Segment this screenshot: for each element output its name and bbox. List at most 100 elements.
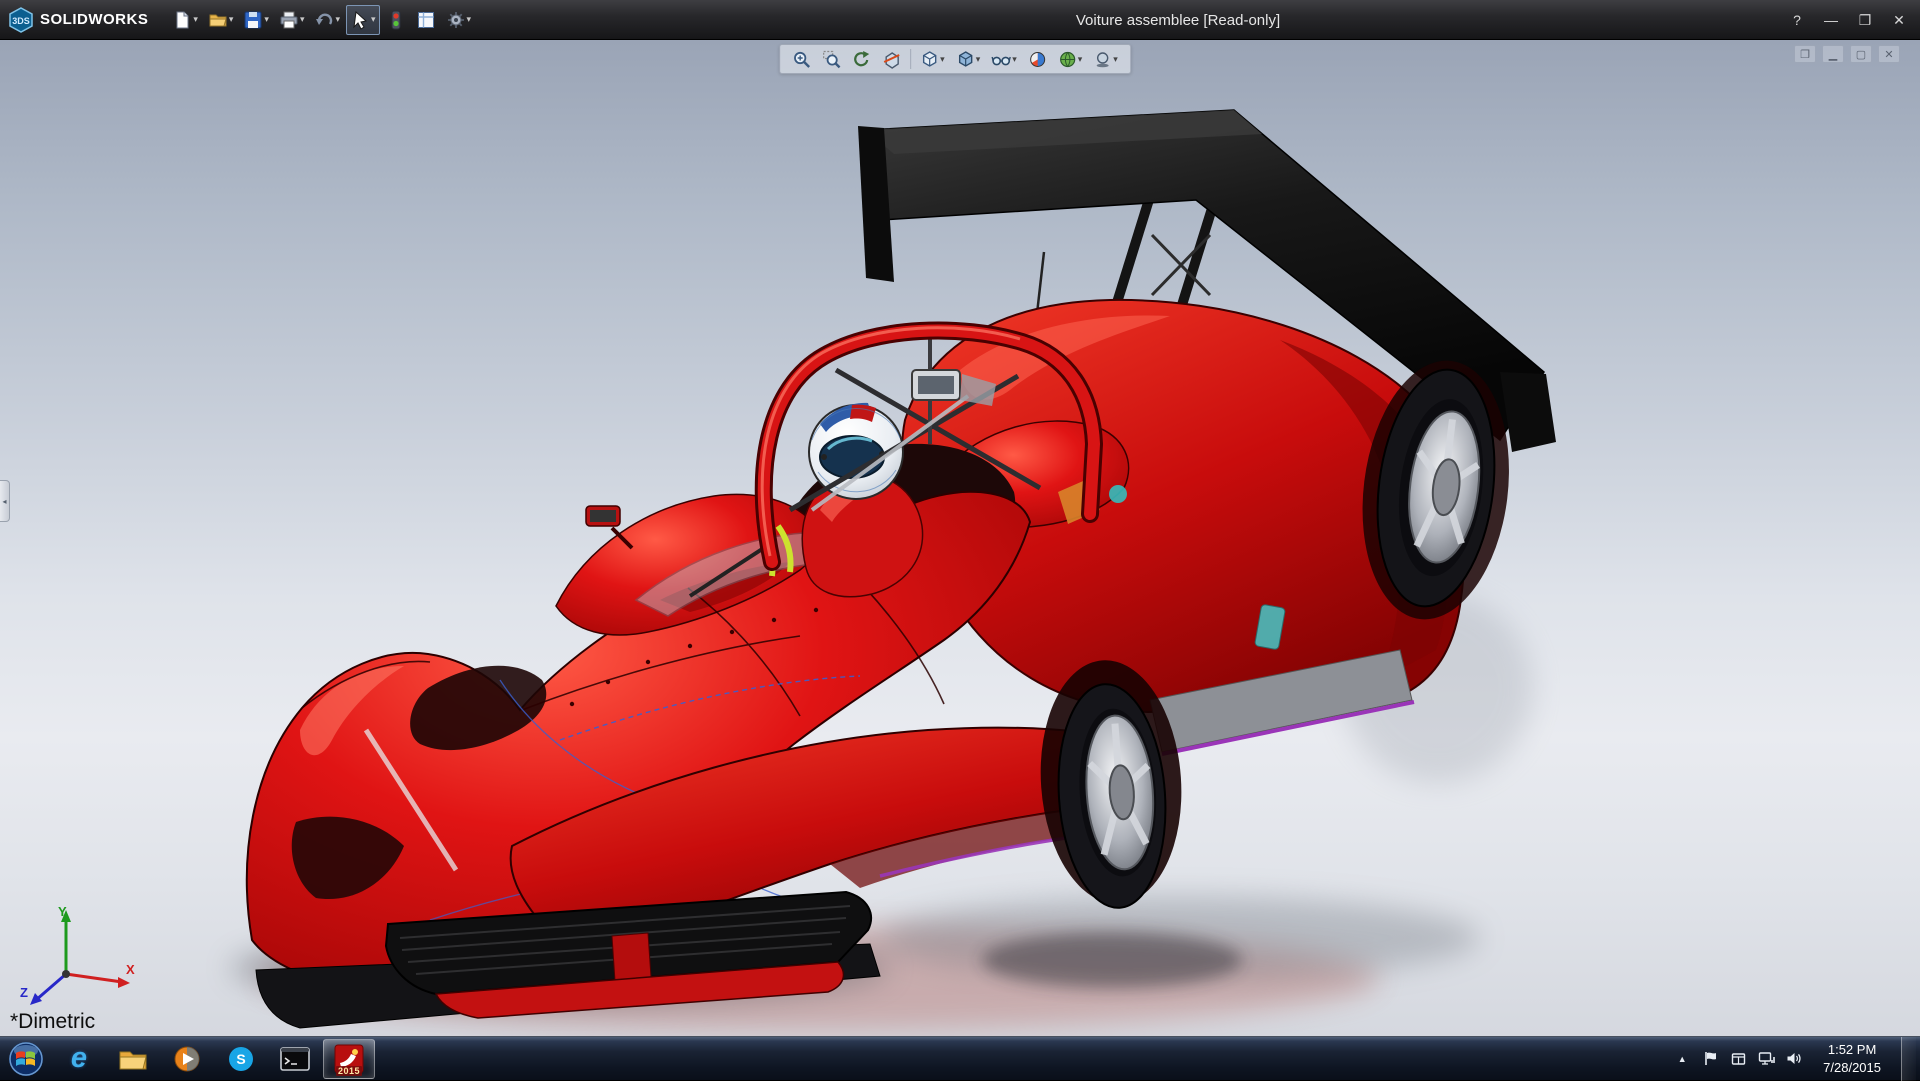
undo-button[interactable]: ▾ (310, 5, 344, 35)
show-desktop-button[interactable] (1901, 1037, 1916, 1081)
reference-triad: Y X Z (18, 902, 138, 1012)
scene-globe-icon (1058, 50, 1077, 69)
dropdown-caret[interactable]: ▾ (335, 15, 340, 24)
previous-view-button[interactable] (848, 46, 875, 72)
dropdown-caret[interactable]: ▾ (193, 15, 198, 24)
section-view-button[interactable] (878, 46, 905, 72)
network-tray-button[interactable] (1757, 1050, 1775, 1068)
apply-scene-button[interactable]: ▾ (1054, 46, 1087, 72)
dropdown-caret[interactable]: ▾ (229, 15, 234, 24)
dropdown-caret[interactable]: ▾ (467, 15, 472, 24)
clock-time: 1:52 PM (1823, 1041, 1881, 1059)
options-button[interactable]: ▾ (442, 5, 476, 35)
teal-detail (1109, 485, 1127, 503)
open-button[interactable]: ▾ (204, 5, 238, 35)
graphics-viewport[interactable]: ▾ ▾ ▾ ▾ (0, 40, 1920, 1036)
zoom-to-fit-button[interactable] (788, 46, 815, 72)
command-prompt-button[interactable] (269, 1039, 321, 1079)
new-document-button[interactable]: ▾ (168, 5, 202, 35)
doc-minimize-button[interactable]: ▁ (1822, 45, 1844, 63)
car-model[interactable] (247, 110, 1556, 1028)
zoom-to-area-button[interactable] (818, 46, 845, 72)
dropdown-caret[interactable]: ▾ (976, 55, 981, 64)
rebuild-traffic-light-icon (386, 10, 406, 30)
internet-explorer-icon: e (71, 1042, 87, 1075)
maximize-button[interactable]: ❐ (1850, 8, 1880, 32)
undo-icon (314, 10, 334, 30)
solidworks-taskbar-button[interactable]: 2015 (323, 1039, 375, 1079)
dropdown-caret[interactable]: ▾ (300, 15, 305, 24)
quick-access-toolbar: ▾ ▾ ▾ ▾ ▾ (162, 5, 475, 35)
doc-maximize-button[interactable]: ▢ (1850, 45, 1872, 63)
speaker-icon (1786, 1051, 1802, 1066)
doc-close-button[interactable]: ✕ (1878, 45, 1900, 63)
brand-name: SOLIDWORKS (40, 11, 148, 28)
taskbar-items: e S (52, 1037, 376, 1080)
dropdown-caret[interactable]: ▾ (371, 15, 376, 24)
svg-text:S: S (236, 1051, 245, 1067)
dropdown-caret[interactable]: ▾ (1113, 55, 1118, 64)
dropdown-caret[interactable]: ▾ (1012, 55, 1017, 64)
clock-date: 7/28/2015 (1823, 1059, 1881, 1077)
print-button[interactable]: ▾ (275, 5, 309, 35)
print-icon (279, 10, 299, 30)
previous-view-icon (852, 50, 871, 69)
folder-icon (118, 1046, 148, 1072)
flag-icon (1703, 1051, 1717, 1066)
windows-orb-icon (7, 1040, 45, 1078)
section-view-icon (882, 50, 901, 69)
select-cursor-icon (350, 10, 370, 30)
view-orientation-button[interactable]: ▾ (916, 46, 949, 72)
skype-button[interactable]: S (215, 1039, 267, 1079)
file-properties-icon (416, 10, 436, 30)
minimize-button[interactable]: — (1816, 8, 1846, 32)
svg-text:3DS: 3DS (12, 16, 30, 26)
rebuild-button[interactable] (382, 5, 410, 35)
window-title: Voiture assemblee [Read-only] (1076, 0, 1280, 40)
help-button[interactable]: ? (1782, 8, 1812, 32)
save-button[interactable]: ▾ (239, 5, 273, 35)
close-button[interactable]: ✕ (1884, 8, 1914, 32)
feature-panel-tab[interactable]: ◂ (0, 480, 10, 522)
windows-explorer-button[interactable] (107, 1039, 159, 1079)
triad-z-label: Z (20, 985, 28, 1000)
dropdown-caret[interactable]: ▾ (1078, 55, 1083, 64)
app-brand: 3DS SOLIDWORKS (0, 0, 162, 39)
edit-appearance-button[interactable] (1024, 46, 1051, 72)
solidworks-version-badge: 2015 (336, 1066, 362, 1076)
eyeglasses-icon (991, 50, 1011, 69)
display-style-icon (956, 50, 975, 69)
taskbar: e S (0, 1036, 1920, 1080)
media-player-button[interactable] (161, 1039, 213, 1079)
model-canvas[interactable] (0, 40, 1920, 1036)
select-button[interactable]: ▾ (346, 5, 380, 35)
zoom-fit-icon (792, 50, 811, 69)
dropdown-caret[interactable]: ▾ (940, 55, 945, 64)
save-floppy-icon (243, 10, 263, 30)
system-tray: ▲ 1:52 PM (1673, 1037, 1920, 1080)
title-bar: 3DS SOLIDWORKS ▾ ▾ ▾ ▾ (0, 0, 1920, 40)
start-button[interactable] (0, 1037, 52, 1081)
document-window-controls: ❐ ▁ ▢ ✕ (1794, 45, 1900, 63)
taskbar-clock[interactable]: 1:52 PM 7/28/2015 (1813, 1041, 1891, 1076)
view-cube-icon (920, 50, 939, 69)
hide-show-items-button[interactable]: ▾ (987, 46, 1021, 72)
display-style-button[interactable]: ▾ (952, 46, 985, 72)
dropdown-caret[interactable]: ▾ (264, 15, 269, 24)
appearance-sphere-icon (1028, 50, 1047, 69)
skype-icon: S (227, 1045, 255, 1073)
window-controls: ? — ❐ ✕ (1782, 0, 1914, 40)
internet-explorer-button[interactable]: e (53, 1039, 105, 1079)
show-hidden-icons-button[interactable]: ▲ (1673, 1050, 1691, 1068)
3ds-logo-icon: 3DS (8, 7, 34, 33)
zoom-area-icon (822, 50, 841, 69)
media-player-icon (173, 1045, 201, 1073)
doc-restore-button[interactable]: ❐ (1794, 45, 1816, 63)
volume-tray-button[interactable] (1785, 1050, 1803, 1068)
installer-tray-button[interactable] (1729, 1050, 1747, 1068)
file-properties-button[interactable] (412, 5, 440, 35)
view-settings-button[interactable]: ▾ (1089, 46, 1122, 72)
triad-y-label: Y (58, 904, 67, 919)
options-gear-icon (446, 10, 466, 30)
action-center-flag-button[interactable] (1701, 1050, 1719, 1068)
